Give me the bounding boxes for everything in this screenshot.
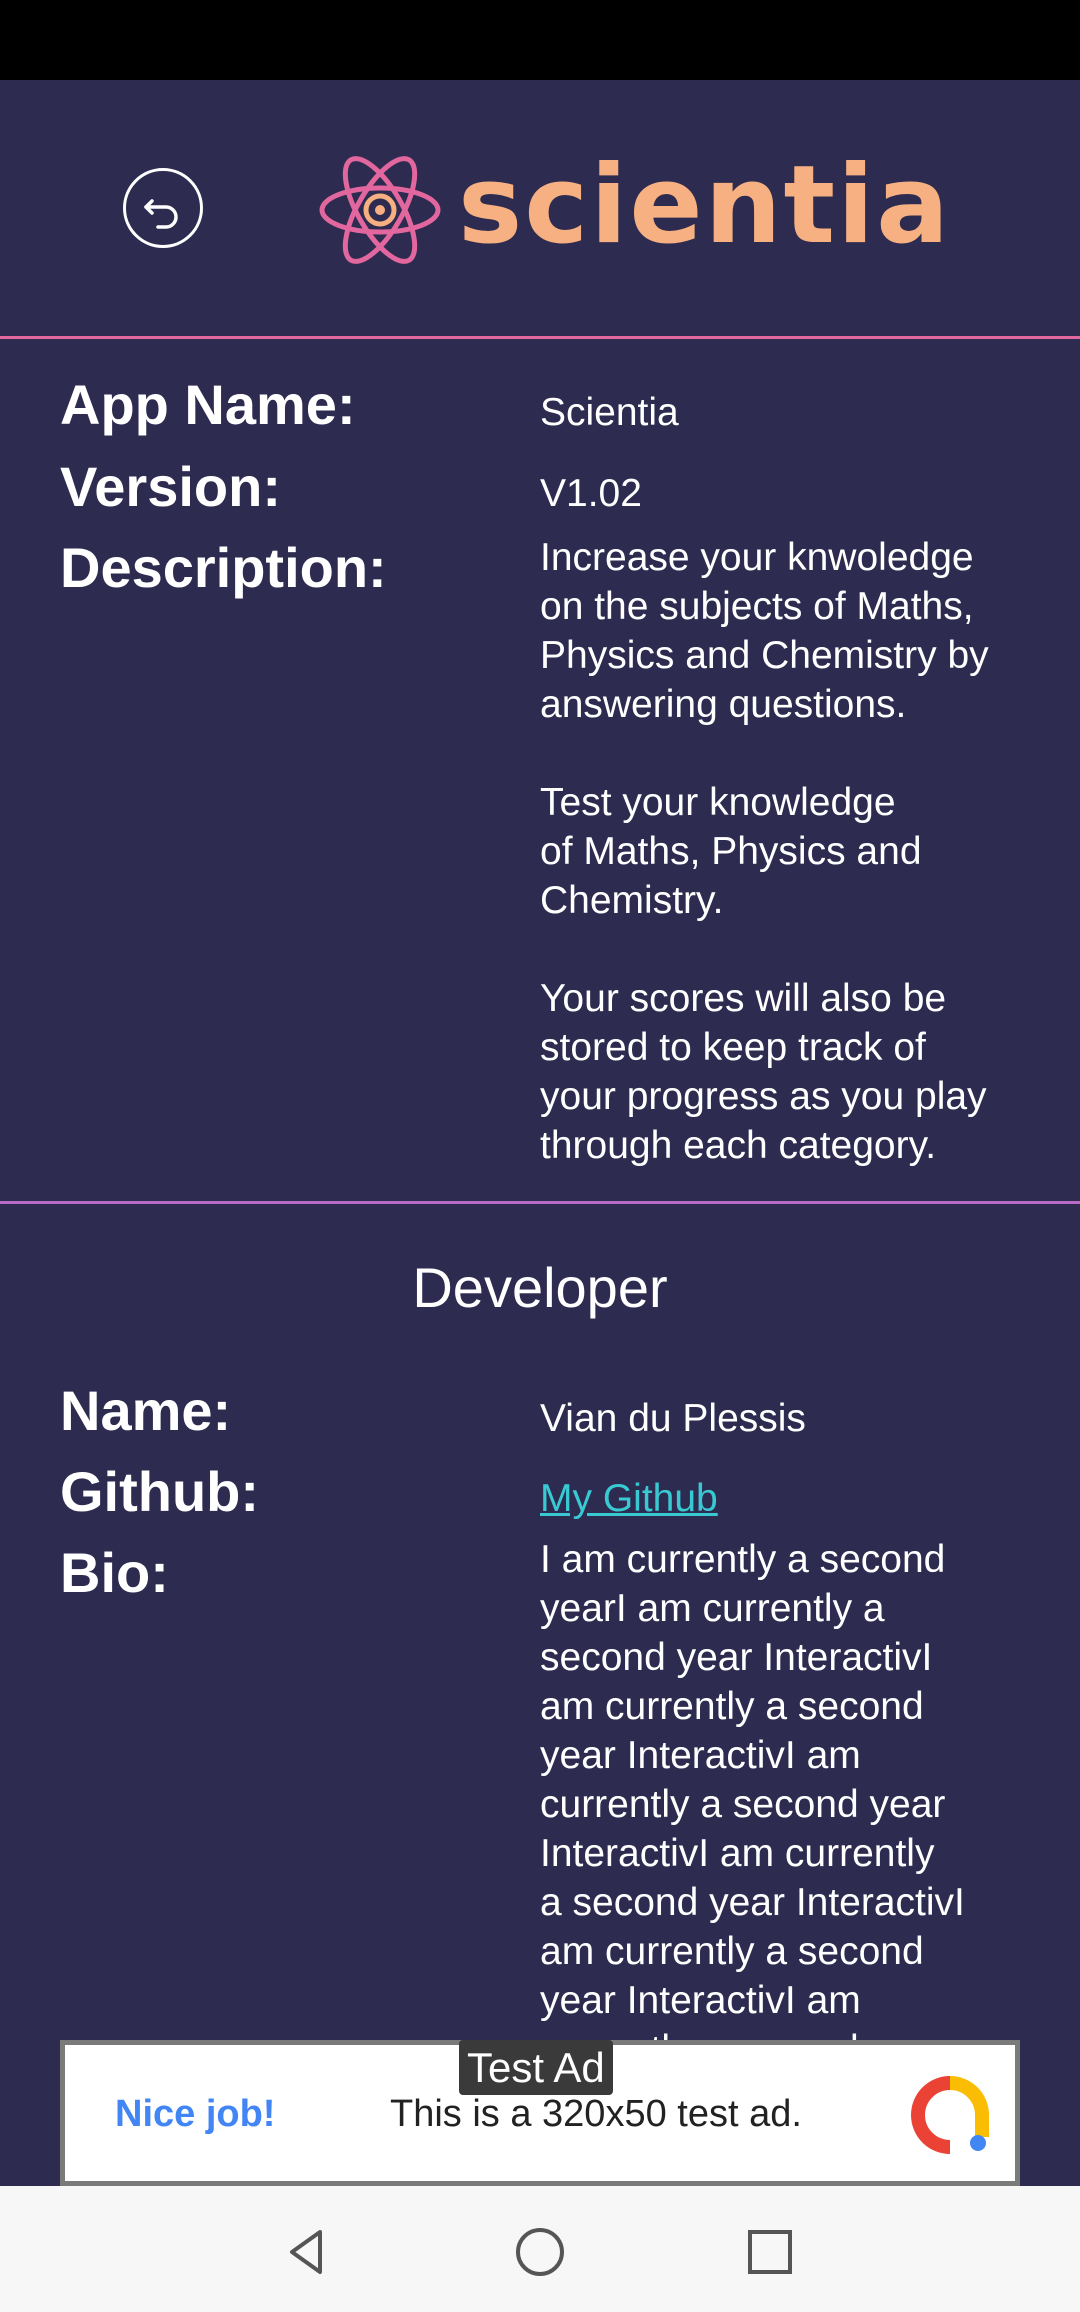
nav-back-icon[interactable] bbox=[280, 2224, 336, 2280]
developer-section-title: Developer bbox=[412, 1256, 668, 1319]
ad-logo-icon bbox=[911, 2076, 989, 2154]
app-logo: scientia bbox=[318, 140, 949, 280]
bio-label: Bio: bbox=[60, 1541, 169, 1604]
bio-value: I am currently a second yearI am current… bbox=[540, 1538, 965, 2040]
back-button[interactable] bbox=[123, 168, 203, 248]
github-link[interactable]: My Github bbox=[540, 1477, 718, 1520]
github-label: Github: bbox=[60, 1460, 260, 1523]
developer-name-value: Vian du Plessis bbox=[540, 1397, 806, 1440]
app-name-label: App Name: bbox=[60, 373, 356, 436]
version-label: Version: bbox=[60, 455, 281, 518]
divider bbox=[0, 1201, 1080, 1204]
ad-nice-job: Nice job! bbox=[115, 2093, 276, 2135]
version-value: V1.02 bbox=[540, 472, 642, 515]
ad-tag: Test Ad bbox=[459, 2040, 613, 2095]
navigation-bar bbox=[0, 2186, 1080, 2312]
ad-text: This is a 320x50 test ad. bbox=[390, 2093, 802, 2135]
back-arrow-circle-icon bbox=[144, 199, 178, 229]
atom-icon bbox=[319, 156, 441, 264]
bio-container: I am currently a second yearI am current… bbox=[540, 1535, 1040, 2040]
logo-text: scientia bbox=[458, 143, 951, 268]
status-bar bbox=[0, 0, 1080, 80]
divider bbox=[0, 336, 1080, 339]
description-value: Increase your knwoledge on the subjects … bbox=[540, 536, 989, 1167]
nav-recents-icon[interactable] bbox=[742, 2224, 798, 2280]
description-label: Description: bbox=[60, 536, 387, 599]
developer-name-label: Name: bbox=[60, 1379, 232, 1442]
nav-home-icon[interactable] bbox=[512, 2224, 568, 2280]
app-name-value: Scientia bbox=[540, 391, 679, 434]
